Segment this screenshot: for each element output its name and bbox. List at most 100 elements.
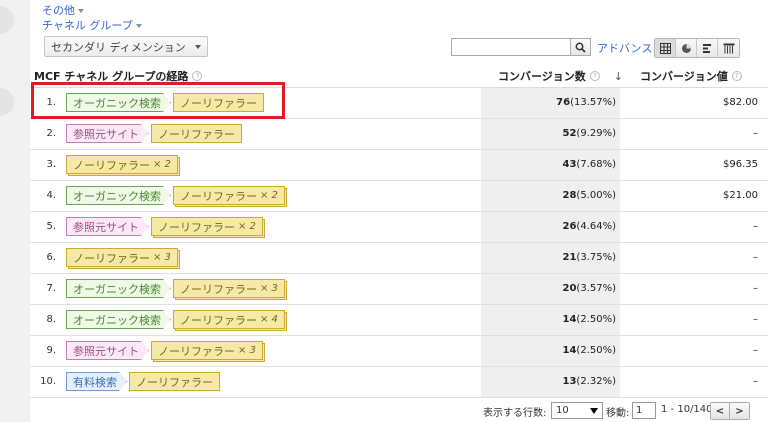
help-icon[interactable]: ? [589, 71, 600, 81]
table-view-button[interactable] [655, 39, 676, 57]
table-row: 6. ノーリファラー × 3 21(3.75%) – [30, 243, 768, 274]
table-row: 5. 参照元サイト ノーリファラー × 2 26(4.64%) – [30, 212, 768, 243]
other-link[interactable]: その他 [42, 2, 84, 18]
path-column-header[interactable]: MCF チャネル グループの経路 ? [34, 68, 203, 84]
next-page-button[interactable]: > [730, 403, 749, 419]
report-panel: その他 チャネル グループ セカンダリ ディメンション アドバンス MCF チャ… [30, 0, 768, 422]
channel-chip-multiplier: × 2 [153, 159, 171, 170]
conversions-column-header[interactable]: コンバージョン数 ? ↓ [498, 68, 623, 84]
conversions-count: 76 [556, 97, 571, 108]
conversions-percent: (5.00%) [576, 190, 616, 201]
pie-view-button[interactable] [676, 39, 697, 57]
channel-chip-referrer[interactable]: ノーリファラー × 2 [173, 186, 285, 205]
help-icon[interactable]: ? [731, 71, 742, 81]
channel-chip-referrer[interactable]: ノーリファラー [129, 372, 220, 391]
search-button[interactable] [571, 38, 591, 56]
table-row: 3. ノーリファラー × 2 43(7.68%) $96.35 [30, 150, 768, 181]
channel-chip-referrer[interactable]: ノーリファラー [151, 124, 242, 143]
bar-view-button[interactable] [697, 39, 718, 57]
conversions-count: 28 [562, 190, 577, 201]
table-header: MCF チャネル グループの経路 ? コンバージョン数 ? ↓ コンバージョン値… [30, 60, 768, 88]
channel-chip-label: ノーリファラー [180, 282, 257, 296]
channel-path: 参照元サイト ノーリファラー × 2 [66, 217, 263, 236]
advanced-link[interactable]: アドバンス [597, 40, 652, 56]
row-number: 6. [46, 252, 56, 263]
channel-chip-label: 有料検索 [73, 375, 117, 389]
channel-chip-referrer[interactable]: ノーリファラー [173, 93, 264, 112]
rows-per-page-select[interactable]: 10 [551, 402, 603, 419]
search-input[interactable] [451, 38, 571, 56]
conversions-percent: (4.64%) [576, 221, 616, 232]
channel-chip-multiplier: × 3 [238, 345, 256, 356]
conversions-count: 13 [562, 376, 577, 387]
channel-chip-referrer[interactable]: ノーリファラー × 2 [66, 155, 178, 174]
channel-chip-referrer[interactable]: ノーリファラー × 3 [66, 248, 178, 267]
channel-chip-multiplier: × 3 [260, 283, 278, 294]
row-number: 9. [46, 345, 56, 356]
conversion-value-cell: – [753, 221, 758, 232]
rail-tab[interactable] [0, 88, 14, 116]
pivot-view-icon [723, 43, 734, 53]
channel-chip-referral[interactable]: 参照元サイト [66, 124, 149, 143]
conversions-column-label: コンバージョン数 [498, 70, 586, 83]
row-number: 8. [46, 314, 56, 325]
secondary-dimension-dropdown[interactable]: セカンダリ ディメンション [44, 36, 208, 57]
conversions-count: 20 [562, 283, 577, 294]
channel-chip-label: ノーリファラー [158, 344, 235, 358]
channel-chip-referral[interactable]: 参照元サイト [66, 341, 149, 360]
conversions-percent: (7.68%) [576, 159, 616, 170]
conversion-value-cell: $82.00 [723, 97, 758, 108]
table-row: 7. オーガニック検索 ノーリファラー × 3 20(3.57%) – [30, 274, 768, 305]
pivot-view-button[interactable] [718, 39, 739, 57]
channel-chip-referrer[interactable]: ノーリファラー × 3 [173, 279, 285, 298]
conversions-count: 26 [562, 221, 577, 232]
pie-view-icon [681, 43, 691, 53]
row-number: 4. [46, 190, 56, 201]
table-row: 1. オーガニック検索 ノーリファラー 76(13.57%) $82.00 [30, 88, 768, 119]
channel-chip-organic[interactable]: オーガニック検索 [66, 279, 171, 298]
channel-chip-referrer[interactable]: ノーリファラー × 2 [151, 217, 263, 236]
pagination: < > [710, 402, 750, 420]
conversions-cell: 14(2.50%) [481, 345, 620, 356]
channel-path: ノーリファラー × 2 [66, 155, 178, 174]
channel-chip-label: ノーリファラー [73, 251, 150, 265]
page-range: 1 - 10/140 [661, 404, 713, 415]
help-icon[interactable]: ? [192, 71, 203, 81]
table-row: 10. 有料検索 ノーリファラー 13(2.32%) – [30, 367, 768, 398]
channel-chip-referrer[interactable]: ノーリファラー × 3 [151, 341, 263, 360]
channel-chip-paid[interactable]: 有料検索 [66, 372, 127, 391]
row-number: 7. [46, 283, 56, 294]
channel-chip-organic[interactable]: オーガニック検索 [66, 186, 171, 205]
channel-chip-organic[interactable]: オーガニック検索 [66, 93, 171, 112]
value-column-label: コンバージョン値 [640, 70, 728, 83]
prev-page-button[interactable]: < [711, 403, 730, 419]
table-row: 9. 参照元サイト ノーリファラー × 3 14(2.50%) – [30, 336, 768, 367]
conversions-cell: 13(2.32%) [481, 376, 620, 387]
conversion-value-cell: – [753, 283, 758, 294]
conversions-percent: (2.50%) [576, 345, 616, 356]
conversion-value-cell: – [753, 376, 758, 387]
row-number: 10. [40, 376, 56, 387]
channel-chip-referral[interactable]: 参照元サイト [66, 217, 149, 236]
goto-page-input[interactable]: 1 [632, 402, 656, 419]
sort-arrow-icon[interactable]: ↓ [614, 70, 623, 83]
channel-chip-label: ノーリファラー [158, 127, 235, 141]
channel-chip-referrer[interactable]: ノーリファラー × 4 [173, 310, 285, 329]
row-number: 5. [46, 221, 56, 232]
conversions-percent: (2.32%) [576, 376, 616, 387]
channel-chip-organic[interactable]: オーガニック検索 [66, 310, 171, 329]
chevron-down-icon [135, 24, 142, 28]
chevron-down-icon [194, 44, 201, 49]
channel-path: オーガニック検索 ノーリファラー × 3 [66, 279, 285, 298]
conversions-percent: (9.29%) [576, 128, 616, 139]
channel-chip-label: 参照元サイト [73, 344, 139, 358]
value-column-header[interactable]: コンバージョン値 ? [640, 68, 742, 84]
rail-tab[interactable] [0, 6, 14, 34]
table-row: 4. オーガニック検索 ノーリファラー × 2 28(5.00%) $21.00 [30, 181, 768, 212]
channel-chip-label: 参照元サイト [73, 220, 139, 234]
channel-chip-label: オーガニック検索 [73, 282, 161, 296]
channel-group-link[interactable]: チャネル グループ [42, 17, 142, 33]
conversions-cell: 76(13.57%) [481, 97, 620, 108]
conversions-count: 14 [562, 314, 577, 325]
conversion-value-cell: – [753, 252, 758, 263]
